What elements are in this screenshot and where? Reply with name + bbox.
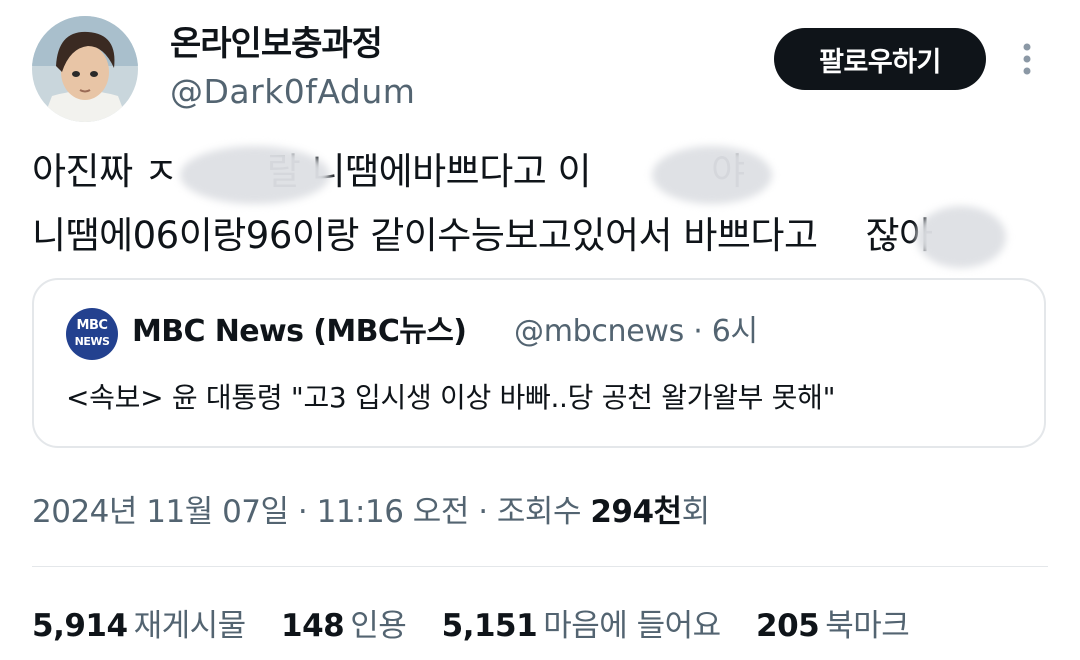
tweet-text-segment: ㅈ	[143, 150, 178, 193]
engagement-stats: 5,914 재게시물 148 인용 5,151 마음에 들어요 205 북마크	[32, 604, 935, 648]
quoted-tweet-card[interactable]: MBC NEWS MBC News (MBC뉴스) @mbcnews · 6시 …	[32, 278, 1046, 448]
logo-text: NEWS	[74, 335, 110, 348]
display-name[interactable]: 온라인보충과정	[170, 22, 383, 66]
timestamp-line: 2024년 11월 07일 · 11:16 오전 · 조회수 294천회	[32, 490, 710, 534]
blur-redaction	[652, 146, 772, 204]
follow-button[interactable]: 팔로우하기	[774, 28, 986, 90]
quoted-tweet-text: <속보> 윤 대통령 "고3 입시생 이상 바빠..당 공천 왈가왈부 못해"	[66, 381, 836, 414]
tweet-text: 아진짜 ㅈ 랄 니땜에바쁘다고 이야 니땜에06이랑96이랑 같이수능보고있어서…	[32, 140, 1062, 268]
retweets-stat[interactable]: 5,914 재게시물	[32, 604, 246, 648]
retweets-count: 5,914	[32, 608, 128, 644]
divider	[32, 566, 1048, 567]
quotes-stat[interactable]: 148 인용	[281, 604, 407, 648]
quoted-time: · 6시	[693, 314, 758, 349]
quotes-label: 인용	[350, 608, 407, 644]
likes-stat[interactable]: 5,151 마음에 들어요	[441, 604, 722, 648]
blur-redaction	[180, 146, 330, 204]
quoted-author-name[interactable]: MBC News (MBC뉴스)	[132, 312, 467, 352]
tweet-page: 온라인보충과정 @Dark0fAdum 팔로우하기 아진짜 ㅈ 랄 니땜에바쁘다…	[0, 0, 1080, 660]
avatar[interactable]	[32, 16, 138, 122]
quoted-author-meta: @mbcnews · 6시	[514, 312, 758, 352]
mbc-news-logo[interactable]: MBC NEWS	[66, 308, 118, 360]
quotes-count: 148	[281, 608, 345, 644]
tweet-text-segment: 아진짜	[32, 150, 133, 193]
tweet-line-1: 아진짜 ㅈ 랄 니땜에바쁘다고 이야	[32, 140, 1062, 204]
tweet-text-segment: 니땜에06이랑96이랑 같이수능보고있어서 바쁘다고	[32, 214, 818, 257]
blur-redaction	[916, 206, 1006, 268]
likes-count: 5,151	[441, 608, 538, 644]
quoted-handle[interactable]: @mbcnews	[514, 314, 684, 349]
logo-text: MBC	[76, 318, 108, 333]
views-suffix: 회	[681, 494, 711, 530]
bookmarks-stat[interactable]: 205 북마크	[756, 604, 910, 648]
bookmarks-label: 북마크	[825, 608, 910, 644]
user-handle[interactable]: @Dark0fAdum	[170, 72, 415, 112]
likes-label: 마음에 들어요	[543, 608, 721, 644]
views-count: 294천	[590, 494, 682, 530]
timestamp[interactable]: 2024년 11월 07일 · 11:16 오전 · 조회수	[32, 494, 581, 530]
more-vertical-icon[interactable]	[1012, 40, 1042, 80]
retweets-label: 재게시물	[133, 608, 247, 644]
tweet-line-2: 니땜에06이랑96이랑 같이수능보고있어서 바쁘다고 잖아	[32, 204, 1062, 268]
bookmarks-count: 205	[756, 608, 820, 644]
